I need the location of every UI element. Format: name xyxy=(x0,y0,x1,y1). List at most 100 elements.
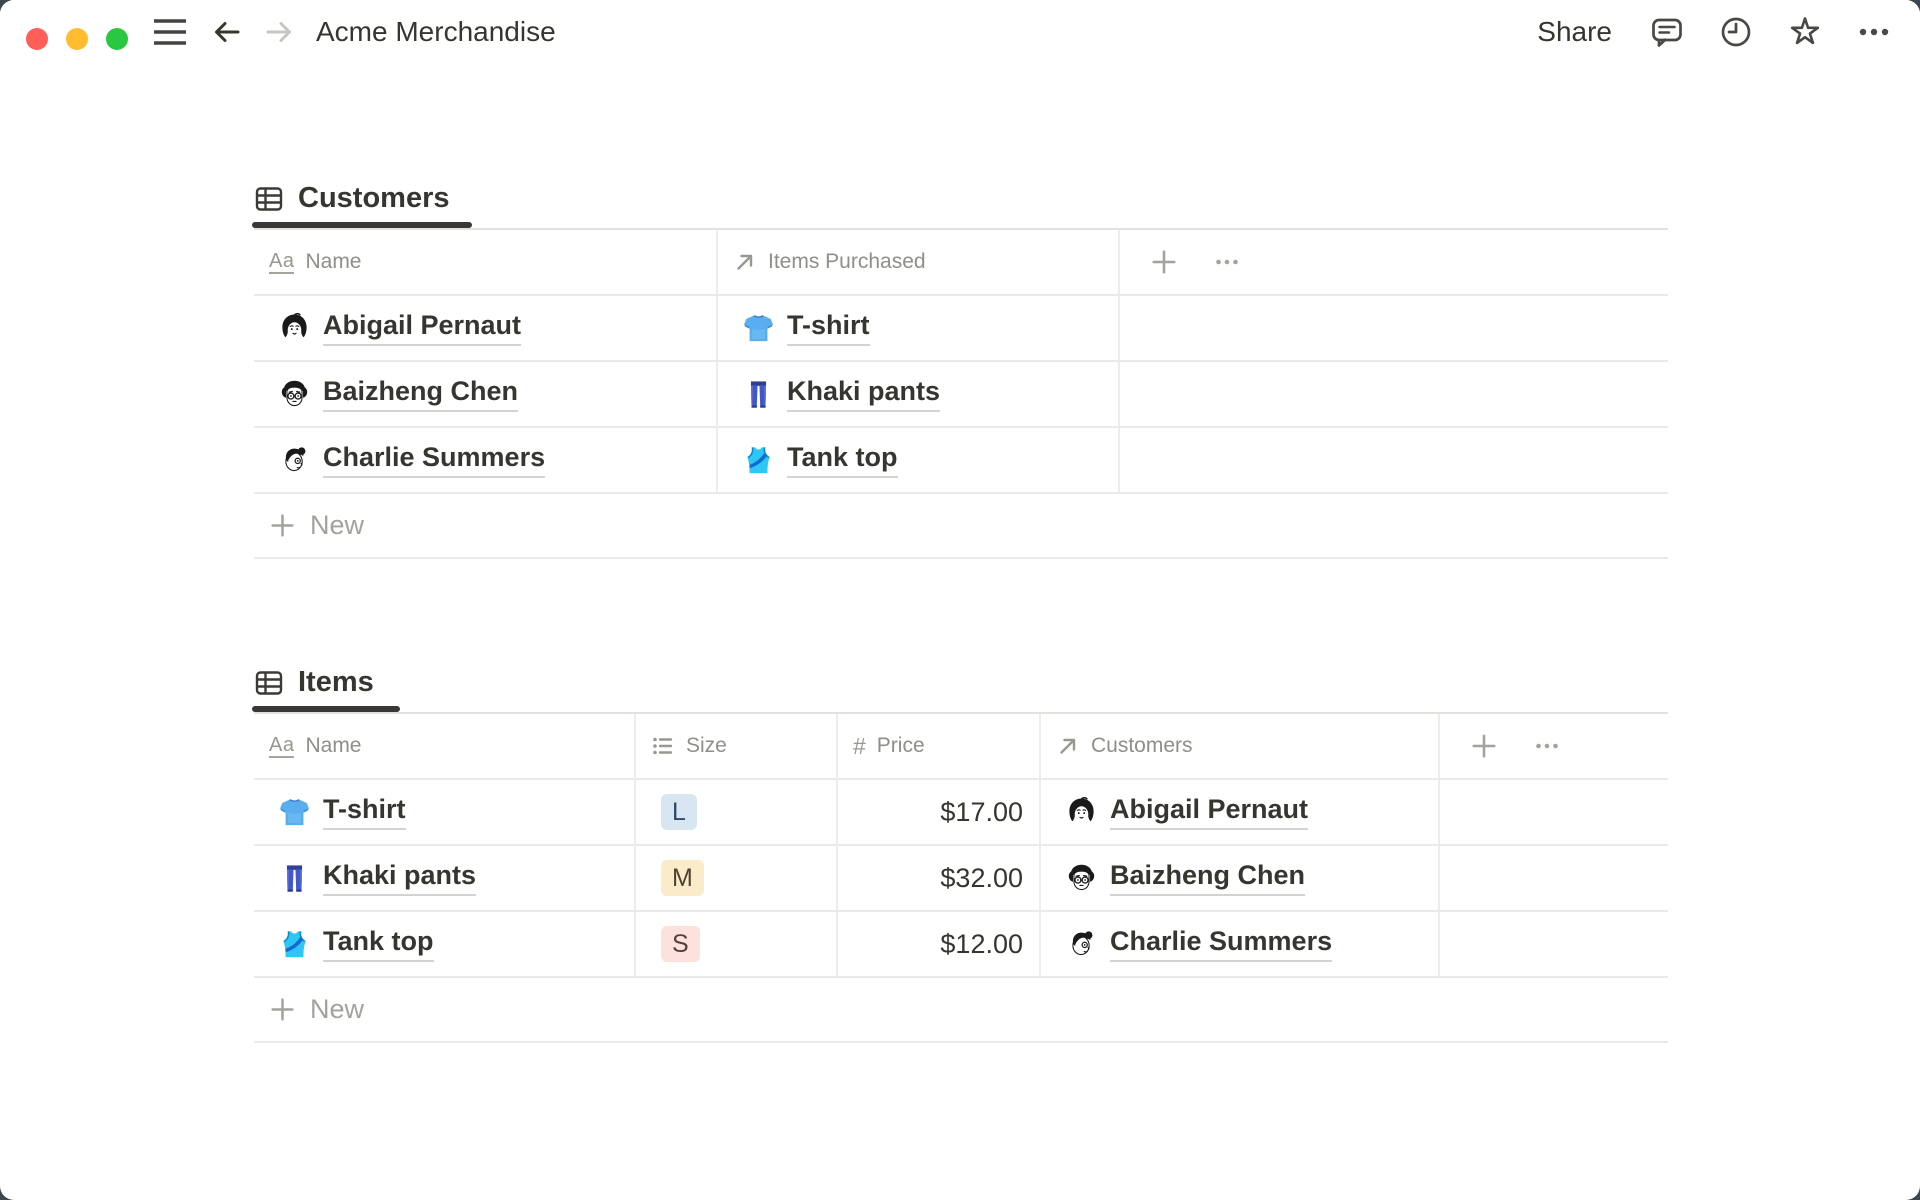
empty-cell[interactable] xyxy=(1120,296,1668,360)
items-database: Items Aa Name Size # Price Customers T-s… xyxy=(252,647,1668,1043)
tanktop-icon xyxy=(743,445,774,476)
items-table: Aa Name Size # Price Customers T-shirt L… xyxy=(254,712,1668,1043)
customer-relation-cell[interactable]: Abigail Pernaut xyxy=(1041,780,1440,844)
size-cell[interactable]: M xyxy=(636,846,838,910)
empty-cell[interactable] xyxy=(1440,912,1668,976)
items-purchased-cell[interactable]: T-shirt xyxy=(718,296,1120,360)
customer-relation-cell[interactable]: Baizheng Chen xyxy=(1041,846,1440,910)
empty-cell[interactable] xyxy=(1440,846,1668,910)
view-tab-label: Customers xyxy=(298,182,450,214)
window-controls xyxy=(26,28,128,50)
column-header-size[interactable]: Size xyxy=(636,714,838,778)
empty-cell[interactable] xyxy=(1440,780,1668,844)
empty-cell[interactable] xyxy=(1120,428,1668,492)
relation-link[interactable]: Khaki pants xyxy=(787,376,941,413)
new-row-button[interactable]: New xyxy=(254,494,1668,559)
baizheng-avatar-icon xyxy=(279,379,310,410)
column-header-name[interactable]: Aa Name xyxy=(254,230,718,294)
zoom-button[interactable] xyxy=(106,28,128,50)
items-header-row: Aa Name Size # Price Customers xyxy=(254,714,1668,780)
column-header-name[interactable]: Aa Name xyxy=(254,714,636,778)
size-cell[interactable]: S xyxy=(636,912,838,976)
price-cell[interactable]: $17.00 xyxy=(838,780,1041,844)
jeans-icon xyxy=(279,863,310,894)
text-property-icon: Aa xyxy=(269,249,295,274)
add-column-plus-icon[interactable] xyxy=(1470,732,1498,760)
customers-table: Aa Name Items Purchased Abigail Pernaut xyxy=(254,228,1668,559)
add-column-plus-icon[interactable] xyxy=(1150,248,1178,276)
customer-relation-cell[interactable]: Charlie Summers xyxy=(1041,912,1440,976)
sidebar-menu-icon[interactable] xyxy=(152,15,188,49)
customers-database: Customers Aa Name Items Purchased Abigai… xyxy=(252,163,1668,559)
column-header-label: Size xyxy=(686,734,727,757)
items-purchased-cell[interactable]: Tank top xyxy=(718,428,1120,492)
number-property-icon: # xyxy=(853,732,866,759)
column-header-price[interactable]: # Price xyxy=(838,714,1041,778)
table-row: Khaki pants M $32.00 Baizheng Chen xyxy=(254,846,1668,912)
jeans-icon xyxy=(743,379,774,410)
tab-customers-table-view[interactable]: Customers xyxy=(254,182,450,215)
abigail-avatar-icon xyxy=(279,313,310,344)
charlie-avatar-icon xyxy=(279,445,310,476)
column-header-label: Price xyxy=(876,734,925,757)
table-options-dots-icon[interactable] xyxy=(1214,249,1240,275)
column-header-label: Items Purchased xyxy=(768,250,926,273)
size-select-chip[interactable]: L xyxy=(661,794,697,830)
item-name-cell[interactable]: Khaki pants xyxy=(254,846,636,910)
page-link[interactable]: Charlie Summers xyxy=(323,442,546,479)
select-property-icon xyxy=(651,734,675,758)
items-purchased-cell[interactable]: Khaki pants xyxy=(718,362,1120,426)
empty-cell[interactable] xyxy=(1120,362,1668,426)
column-header-label: Name xyxy=(305,250,362,273)
updates-clock-icon[interactable] xyxy=(1718,14,1754,50)
column-header-customers[interactable]: Customers xyxy=(1041,714,1440,778)
page-link[interactable]: Tank top xyxy=(323,926,434,963)
title-bar: Acme Merchandise Share xyxy=(0,0,1920,64)
back-arrow-icon[interactable] xyxy=(211,17,243,47)
charlie-avatar-icon xyxy=(1066,929,1097,960)
relation-link[interactable]: Tank top xyxy=(787,442,898,479)
comments-icon[interactable] xyxy=(1649,14,1685,50)
page-link[interactable]: T-shirt xyxy=(323,794,406,831)
tshirt-icon xyxy=(743,313,774,344)
customers-header-row: Aa Name Items Purchased xyxy=(254,230,1668,296)
share-button[interactable]: Share xyxy=(1537,16,1616,48)
page-link[interactable]: Khaki pants xyxy=(323,860,477,897)
page-link[interactable]: Abigail Pernaut xyxy=(323,310,522,347)
table-options-dots-icon[interactable] xyxy=(1534,733,1560,759)
item-name-cell[interactable]: Tank top xyxy=(254,912,636,976)
tab-items-table-view[interactable]: Items xyxy=(254,666,374,699)
table-row: Abigail Pernaut T-shirt xyxy=(254,296,1668,362)
active-tab-underline xyxy=(252,706,400,712)
table-row: Baizheng Chen Khaki pants xyxy=(254,362,1668,428)
column-header-items-purchased[interactable]: Items Purchased xyxy=(718,230,1120,294)
customer-name-cell[interactable]: Abigail Pernaut xyxy=(254,296,718,360)
plus-icon xyxy=(269,512,296,539)
price-cell[interactable]: $12.00 xyxy=(838,912,1041,976)
page-link[interactable]: Baizheng Chen xyxy=(323,376,519,413)
more-options-icon[interactable] xyxy=(1856,14,1892,50)
customer-name-cell[interactable]: Baizheng Chen xyxy=(254,362,718,426)
relation-link[interactable]: Baizheng Chen xyxy=(1110,860,1306,897)
price-cell[interactable]: $32.00 xyxy=(838,846,1041,910)
view-tab-label: Items xyxy=(298,666,374,698)
relation-property-icon xyxy=(733,250,757,274)
minimize-button[interactable] xyxy=(66,28,88,50)
new-row-button[interactable]: New xyxy=(254,978,1668,1043)
relation-link[interactable]: Charlie Summers xyxy=(1110,926,1333,963)
close-button[interactable] xyxy=(26,28,48,50)
items-header-tools xyxy=(1440,714,1668,778)
customer-name-cell[interactable]: Charlie Summers xyxy=(254,428,718,492)
new-row-label: New xyxy=(310,510,365,540)
favorite-star-icon[interactable] xyxy=(1787,14,1823,50)
size-select-chip[interactable]: S xyxy=(661,926,700,962)
relation-link[interactable]: Abigail Pernaut xyxy=(1110,794,1309,831)
relation-link[interactable]: T-shirt xyxy=(787,310,870,347)
page-title: Acme Merchandise xyxy=(316,16,556,47)
column-header-label: Customers xyxy=(1091,734,1193,757)
size-select-chip[interactable]: M xyxy=(661,860,704,896)
item-name-cell[interactable]: T-shirt xyxy=(254,780,636,844)
new-row-label: New xyxy=(310,994,365,1024)
forward-arrow-icon[interactable] xyxy=(263,17,295,47)
size-cell[interactable]: L xyxy=(636,780,838,844)
